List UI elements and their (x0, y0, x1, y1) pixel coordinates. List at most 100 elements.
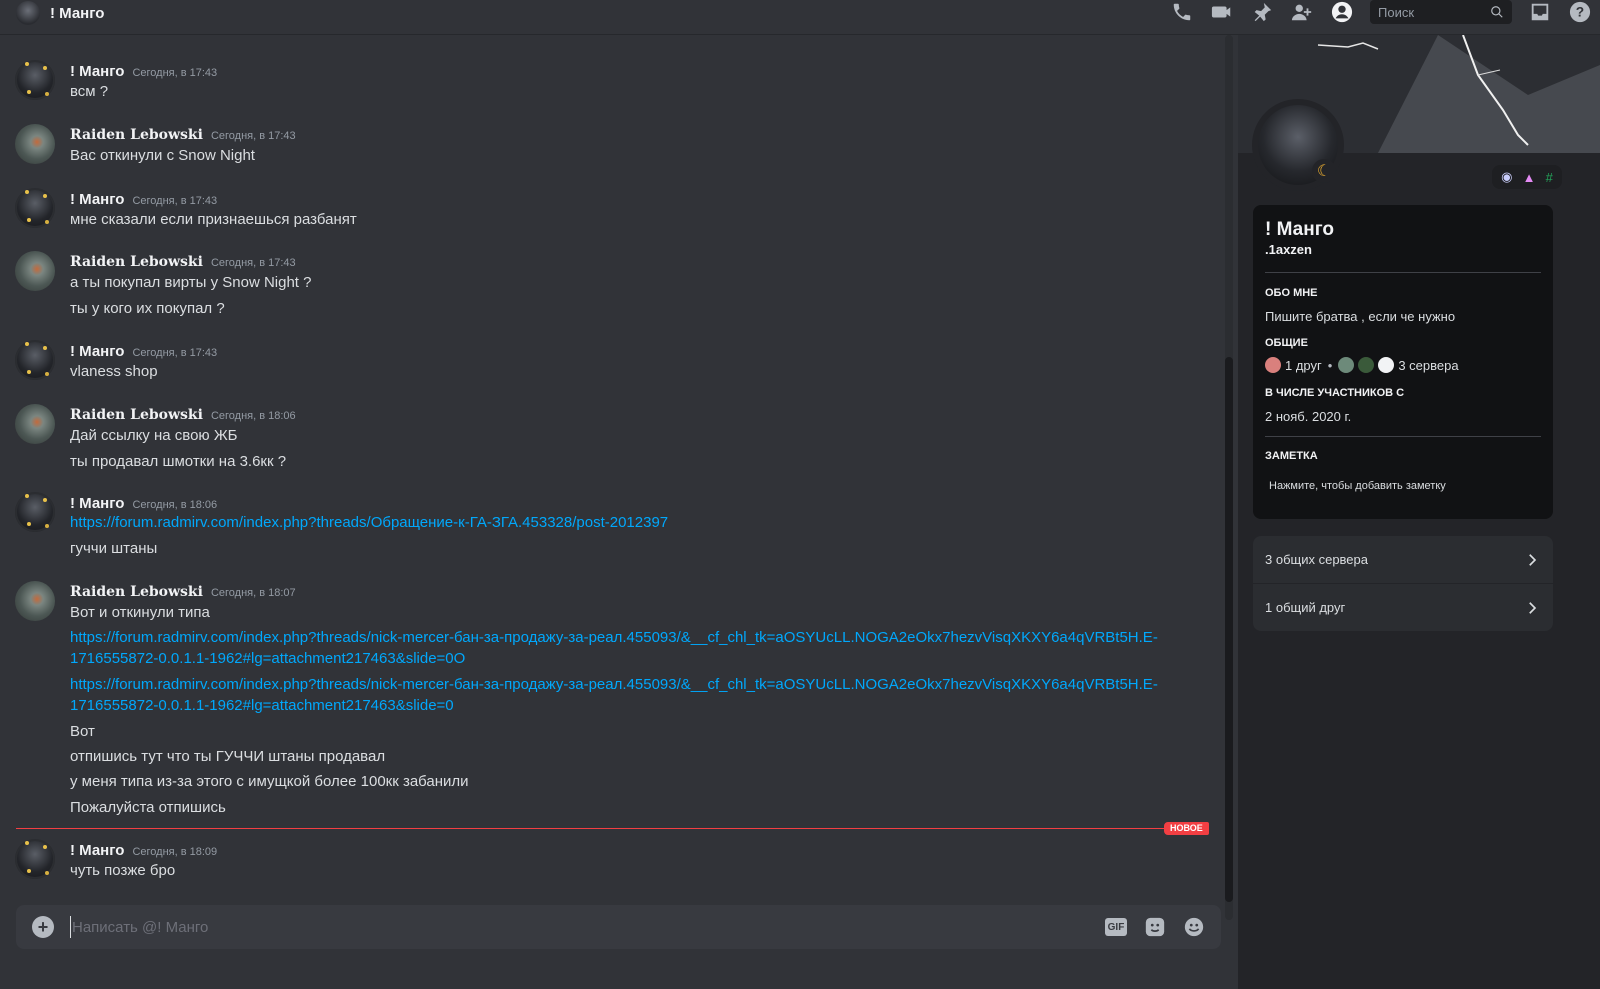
timestamp: Сегодня, в 18:06 (210, 410, 296, 422)
message-text: Вот и откинули типа (70, 604, 210, 621)
mutual-server-icon (1378, 357, 1395, 373)
bullet-separator: • (1327, 357, 1333, 373)
mutual-server-icon (1358, 357, 1375, 373)
message-text: ты продавал шмотки на 3.6кк ? (70, 453, 287, 470)
member-since-label: В ЧИСЛЕ УЧАСТНИКОВ С (1265, 387, 1405, 399)
gif-button[interactable]: GIF (1104, 915, 1128, 939)
message-text: у меня типа из-за этого с имущкой более … (70, 773, 469, 790)
user-profile-panel: ☾ ◉ ▲ # ! Манго .1axzen ОБО МНЕ Пишите б… (1238, 35, 1600, 989)
video-call-icon[interactable] (1210, 0, 1234, 24)
author-name[interactable]: Raiden Lebowski (70, 407, 203, 423)
author-avatar[interactable] (15, 839, 55, 879)
pinned-messages-icon[interactable] (1250, 0, 1274, 24)
new-messages-divider (16, 828, 1208, 829)
author-name[interactable]: ! Манго (70, 63, 124, 80)
dm-avatar (16, 1, 40, 25)
message-text: а ты покупал вирты у Snow Night ? (70, 274, 312, 291)
note-label: ЗАМЕТКА (1265, 450, 1318, 462)
divider (1265, 272, 1541, 273)
message-text: vlaness shop (70, 363, 158, 380)
message-text: Вот (70, 723, 95, 740)
about-me-label: ОБО МНЕ (1265, 287, 1318, 299)
idle-moon-status-icon: ☾ (1312, 159, 1336, 183)
member-since-date: 2 нояб. 2020 г. (1265, 409, 1352, 424)
timestamp: Сегодня, в 18:09 (132, 846, 218, 858)
mutual-friends-label: 1 общий друг (1265, 600, 1346, 615)
search-input[interactable]: Поиск (1370, 0, 1512, 24)
profile-display-name: ! Манго (1265, 219, 1334, 240)
chat-scrollbar[interactable] (1225, 35, 1233, 920)
message-list[interactable]: ! Манго Сегодня, в 17:43 всм ? Raiden Leb… (0, 35, 1232, 920)
gif-icon: GIF (1105, 918, 1127, 936)
add-friends-icon[interactable] (1290, 0, 1314, 24)
scrollbar-thumb[interactable] (1225, 357, 1233, 902)
author-avatar[interactable] (15, 60, 55, 100)
author-avatar[interactable] (15, 492, 55, 532)
chevron-right-icon (1529, 553, 1537, 566)
message-input[interactable] (70, 916, 1104, 938)
timestamp: Сегодня, в 17:43 (210, 130, 296, 142)
message-text: мне сказали если признаешься разбанят (70, 211, 357, 228)
mutual-servers-button[interactable]: 3 общих сервера (1253, 536, 1553, 583)
timestamp: Сегодня, в 17:43 (132, 347, 218, 359)
svg-text:?: ? (1576, 5, 1584, 20)
search-placeholder: Поиск (1378, 4, 1415, 20)
user-profile-icon[interactable] (1330, 0, 1354, 24)
search-icon (1491, 6, 1503, 18)
channel-header: ! Манго Поиск ? (0, 0, 1600, 35)
timestamp: Сегодня, в 17:43 (132, 195, 218, 207)
active-developer-badge-icon[interactable]: # (1546, 170, 1553, 185)
nitro-badge-icon[interactable]: ◉ (1501, 169, 1512, 185)
timestamp: Сегодня, в 18:07 (210, 587, 296, 599)
author-avatar[interactable] (15, 251, 55, 291)
mutual-friends-button[interactable]: 1 общий друг (1253, 584, 1553, 631)
header-toolbar: Поиск ? (1162, 0, 1600, 24)
sticker-icon (1145, 917, 1165, 937)
author-avatar[interactable] (15, 340, 55, 380)
author-avatar[interactable] (15, 188, 55, 228)
message-text: Дай ссылку на свою ЖБ (70, 427, 238, 444)
timestamp: Сегодня, в 18:06 (132, 499, 218, 511)
sticker-button[interactable] (1143, 915, 1167, 939)
mutual-friends-count[interactable]: 1 друг (1285, 358, 1322, 373)
author-name[interactable]: ! Манго (70, 495, 124, 512)
message-composer: + GIF (16, 905, 1221, 949)
author-name[interactable]: ! Манго (70, 343, 124, 360)
mutual-label: ОБЩИЕ (1265, 337, 1308, 349)
mutual-server-icon (1338, 357, 1355, 373)
mutual-friend-avatar (1265, 357, 1281, 373)
timestamp: Сегодня, в 17:43 (132, 67, 218, 79)
message-text: гуччи штаны (70, 540, 158, 557)
author-name[interactable]: ! Манго (70, 191, 124, 208)
emoji-icon (1184, 917, 1204, 937)
new-messages-badge: НОВОЕ (1164, 822, 1209, 835)
message-text: Пожалуйста отпишись (70, 799, 226, 816)
mutual-servers-label: 3 общих сервера (1265, 552, 1368, 567)
message-text: Вас откинули с Snow Night (70, 147, 255, 164)
message-link[interactable]: https://forum.radmirv.com/index.php?thre… (70, 627, 1180, 669)
author-name[interactable]: ! Манго (70, 842, 124, 859)
emoji-button[interactable] (1182, 915, 1206, 939)
author-avatar[interactable] (15, 404, 55, 444)
author-avatar[interactable] (15, 124, 55, 164)
note-input[interactable]: Нажмите, чтобы добавить заметку (1265, 475, 1535, 497)
mutual-servers-count[interactable]: 3 сервера (1398, 358, 1458, 373)
message-link[interactable]: https://forum.radmirv.com/index.php?thre… (70, 512, 1180, 533)
hypesquad-badge-icon[interactable]: ▲ (1523, 170, 1536, 185)
timestamp: Сегодня, в 17:43 (210, 257, 296, 269)
author-name[interactable]: Raiden Lebowski (70, 254, 203, 270)
voice-call-icon[interactable] (1170, 0, 1194, 24)
author-name[interactable]: Raiden Lebowski (70, 127, 203, 143)
message-link[interactable]: https://forum.radmirv.com/index.php?thre… (70, 674, 1180, 716)
help-icon[interactable]: ? (1568, 0, 1592, 24)
inbox-icon[interactable] (1528, 0, 1552, 24)
author-avatar[interactable] (15, 581, 55, 621)
attach-plus-icon[interactable]: + (32, 916, 54, 938)
author-name[interactable]: Raiden Lebowski (70, 584, 203, 600)
message-text: чуть позже бро (70, 862, 176, 879)
profile-card: ! Манго .1axzen ОБО МНЕ Пишите братва , … (1253, 205, 1553, 519)
message-text: отпишись тут что ты ГУЧЧИ штаны продавал (70, 748, 386, 765)
mutuals-summary[interactable]: 1 друг • 3 сервера (1265, 357, 1459, 373)
profile-avatar[interactable]: ☾ (1252, 99, 1344, 191)
message-text: всм ? (70, 83, 109, 100)
